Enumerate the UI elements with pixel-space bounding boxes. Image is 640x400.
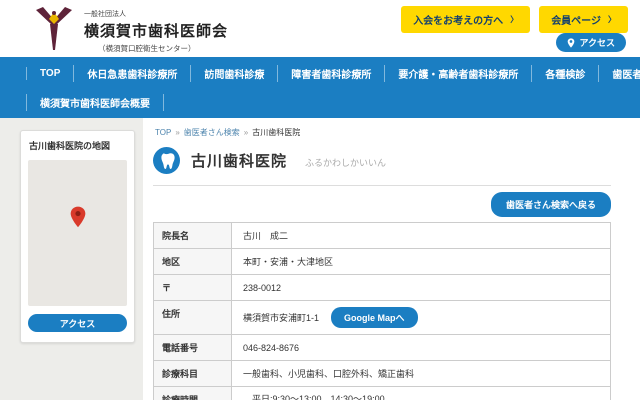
table-row-text: 238-0012 <box>243 283 281 293</box>
main-nav: TOP休日急患歯科診療所訪問歯科診療障害者歯科診療所要介護・高齢者歯科診療所各種… <box>0 57 640 118</box>
nav-row-1: TOP休日急患歯科診療所訪問歯科診療障害者歯科診療所要介護・高齢者歯科診療所各種… <box>26 59 614 88</box>
map-title: 古川歯科医院の地図 <box>29 139 127 152</box>
nav-link[interactable]: 訪問歯科診療 <box>190 65 277 82</box>
site-header: 一般社団法人 横須賀市歯科医師会 （横須賀口腔衛生センター） 入会をお考えの方へ… <box>0 0 640 57</box>
breadcrumb-separator: » <box>244 128 248 137</box>
table-row-value: 一般歯科、小児歯科、口腔外科、矯正歯科 <box>232 361 610 386</box>
table-row-text: 本町・安浦・大津地区 <box>243 255 333 268</box>
location-pin-icon <box>567 38 575 48</box>
chevron-right-icon: 〉 <box>510 14 518 25</box>
table-row: 住所横須賀市安浦町1-1 Google Mapへ <box>154 301 610 335</box>
sidebar: 古川歯科医院の地図 アクセス <box>0 118 143 400</box>
table-row: 〒 238-0012 <box>154 275 610 301</box>
member-page-button-label: 会員ページ <box>551 12 601 27</box>
table-row-label: 〒 <box>154 275 232 300</box>
table-row: 地区本町・安浦・大津地区 <box>154 249 610 275</box>
header-access-button-label: アクセス <box>579 36 615 49</box>
google-map-button[interactable]: Google Mapへ <box>331 307 418 328</box>
breadcrumb-current: 古川歯科医院 <box>252 128 300 137</box>
table-row-value: 046-824-8676 <box>232 335 610 360</box>
sidebar-access-button[interactable]: アクセス <box>28 314 127 332</box>
divider <box>153 185 611 186</box>
chevron-right-icon: 〉 <box>608 14 616 25</box>
nav-row-2: 横須賀市歯科医師会概要 <box>26 88 614 117</box>
table-row-label: 診療時間 <box>154 387 232 400</box>
association-logo-icon <box>33 5 75 51</box>
header-access-button[interactable]: アクセス <box>556 33 626 52</box>
clinic-map-card: 古川歯科医院の地図 アクセス <box>20 130 135 343</box>
nav-link[interactable]: 各種検診 <box>531 65 598 82</box>
map-thumbnail[interactable] <box>28 160 127 306</box>
breadcrumb-link[interactable]: 歯医者さん検索 <box>184 128 240 137</box>
table-row: 診療時間 平日:9:30～13:00 14:30～19:00土曜日:9:30～1… <box>154 387 610 400</box>
org-name: 横須賀市歯科医師会 <box>84 20 228 41</box>
nav-link[interactable]: TOP <box>26 67 73 80</box>
clinic-name: 古川歯科医院 <box>191 150 287 171</box>
clinic-info-table: 院長名古川 成二地区本町・安浦・大津地区〒238-0012住所横須賀市安浦町1-… <box>153 222 611 400</box>
breadcrumb-link[interactable]: TOP <box>155 128 171 137</box>
table-row-label: 診療科目 <box>154 361 232 386</box>
breadcrumb: TOP » 歯医者さん検索 » 古川歯科医院 <box>155 127 640 138</box>
nav-link[interactable]: 休日急患歯科診療所 <box>73 65 190 82</box>
org-type: 一般社団法人 <box>84 9 228 19</box>
tooth-icon <box>153 147 180 174</box>
table-row-text: 046-824-8676 <box>243 343 299 353</box>
site-logo[interactable]: 一般社団法人 横須賀市歯科医師会 （横須賀口腔衛生センター） <box>33 5 228 54</box>
table-row-value: 横須賀市安浦町1-1 Google Mapへ <box>232 301 610 334</box>
breadcrumb-separator: » <box>175 128 179 137</box>
table-row: 電話番号 046-824-8676 <box>154 335 610 361</box>
nav-link[interactable]: 歯医者さん検索 <box>598 65 640 82</box>
table-row-text: 一般歯科、小児歯科、口腔外科、矯正歯科 <box>243 367 414 380</box>
table-row-text: 横須賀市安浦町1-1 <box>243 311 319 324</box>
org-subtitle: （横須賀口腔衛生センター） <box>98 43 228 54</box>
nav-link[interactable]: 障害者歯科診療所 <box>277 65 384 82</box>
table-row: 診療科目一般歯科、小児歯科、口腔外科、矯正歯科 <box>154 361 610 387</box>
table-row-label: 住所 <box>154 301 232 334</box>
member-page-button[interactable]: 会員ページ 〉 <box>539 6 628 33</box>
nav-link[interactable]: 要介護・高齢者歯科診療所 <box>384 65 531 82</box>
join-button[interactable]: 入会をお考えの方へ 〉 <box>401 6 530 33</box>
clinic-name-kana: ふるかわしかいいん <box>305 152 386 169</box>
table-row-label: 電話番号 <box>154 335 232 360</box>
table-row-text: 古川 成二 <box>243 229 288 242</box>
nav-link[interactable]: 横須賀市歯科医師会概要 <box>26 94 164 111</box>
table-row-value: 古川 成二 <box>232 223 610 248</box>
table-row-value: 238-0012 <box>232 275 610 300</box>
table-row-value: 平日:9:30～13:00 14:30～19:00土曜日:9:30～13:00 … <box>232 387 610 400</box>
clinic-hours-line: 平日:9:30～13:00 14:30～19:00 <box>243 392 599 400</box>
table-row-label: 地区 <box>154 249 232 274</box>
back-to-search-button[interactable]: 歯医者さん検索へ戻る <box>491 192 611 217</box>
main-content: TOP » 歯医者さん検索 » 古川歯科医院 古川歯科医院 ふるかわしかいいん 歯医者さ… <box>143 118 640 400</box>
join-button-label: 入会をお考えの方へ <box>413 12 503 27</box>
map-pin-icon <box>69 206 87 228</box>
table-row-value: 本町・安浦・大津地区 <box>232 249 610 274</box>
table-row: 院長名古川 成二 <box>154 223 610 249</box>
table-row-label: 院長名 <box>154 223 232 248</box>
